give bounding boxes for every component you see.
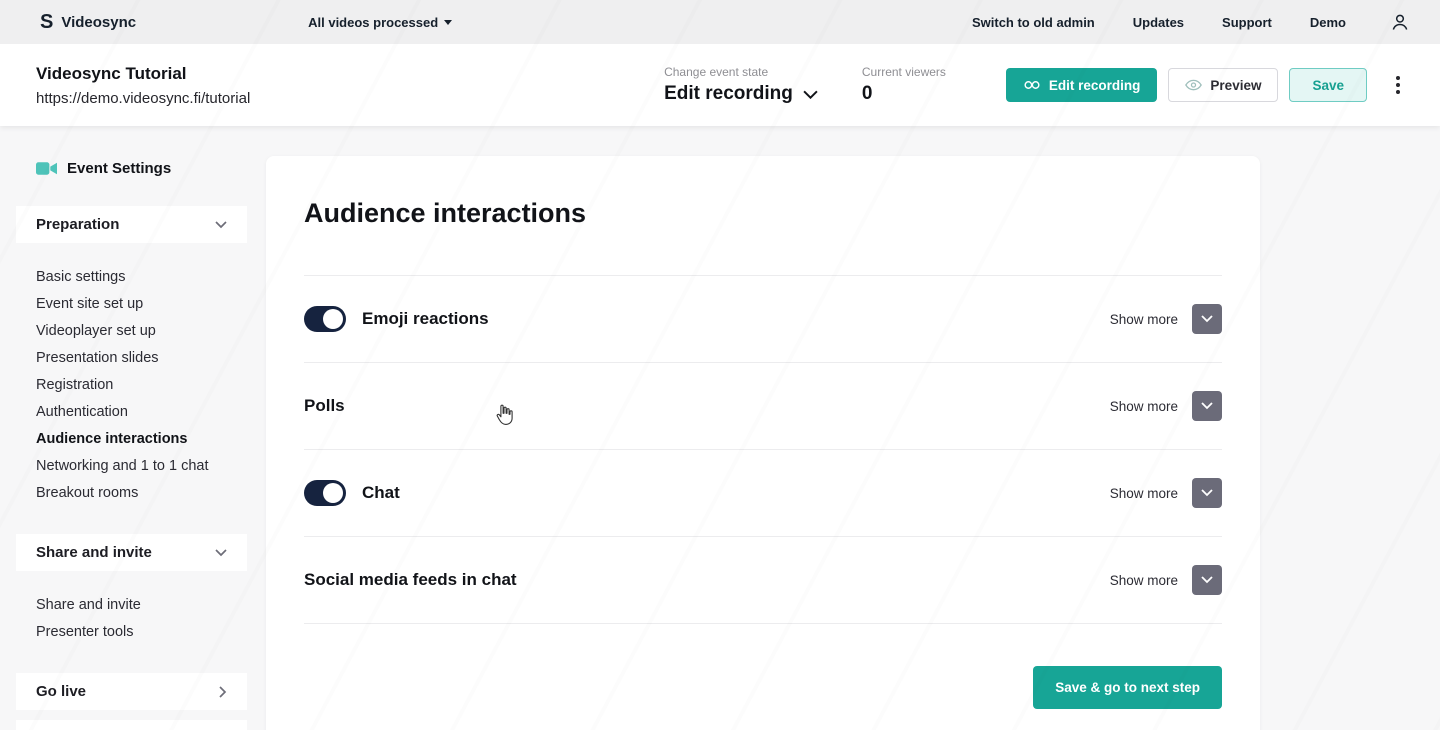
link-demo[interactable]: Demo — [1310, 15, 1346, 30]
share-invite-items: Share and invite Presenter tools — [16, 571, 247, 649]
save-and-next-step-button[interactable]: Save & go to next step — [1033, 666, 1222, 709]
link-support[interactable]: Support — [1222, 15, 1272, 30]
show-more-label[interactable]: Show more — [1110, 573, 1178, 588]
event-header: Videosync Tutorial https://demo.videosyn… — [0, 44, 1440, 126]
link-switch-to-old-admin[interactable]: Switch to old admin — [972, 15, 1095, 30]
expand-row-button[interactable] — [1192, 391, 1222, 421]
sidebar-item-basic-settings[interactable]: Basic settings — [36, 263, 247, 290]
sidebar-item-event-site-set-up[interactable]: Event site set up — [36, 290, 247, 317]
chevron-down-icon — [1201, 489, 1213, 497]
preview-label: Preview — [1210, 78, 1261, 93]
edit-recording-button[interactable]: Edit recording — [1006, 68, 1158, 102]
sidebar-section-edit[interactable]: Edit — [16, 720, 247, 730]
expand-row-button[interactable] — [1192, 304, 1222, 334]
emoji-reactions-toggle[interactable] — [304, 306, 346, 332]
section-label: Preparation — [36, 216, 119, 233]
chevron-down-icon — [1201, 402, 1213, 410]
page-title: Audience interactions — [304, 198, 1222, 229]
chevron-down-icon — [1201, 576, 1213, 584]
video-camera-icon — [36, 161, 57, 176]
preparation-items: Basic settings Event site set up Videopl… — [16, 243, 247, 510]
show-more-label[interactable]: Show more — [1110, 399, 1178, 414]
record-icon — [1023, 80, 1041, 90]
feature-label: Polls — [304, 396, 345, 416]
sidebar-section-go-live[interactable]: Go live — [16, 673, 247, 710]
link-updates[interactable]: Updates — [1133, 15, 1184, 30]
event-state-select[interactable]: Edit recording — [664, 83, 818, 105]
current-viewers-count: 0 — [862, 83, 946, 105]
chevron-right-icon — [219, 686, 227, 698]
edit-recording-label: Edit recording — [1049, 78, 1141, 93]
brand-name: Videosync — [61, 14, 136, 31]
brand-logo[interactable]: S Videosync — [40, 12, 136, 32]
settings-sidebar: Event Settings Preparation Basic setting… — [16, 156, 247, 730]
sidebar-item-videoplayer-set-up[interactable]: Videoplayer set up — [36, 317, 247, 344]
chevron-down-icon — [1201, 315, 1213, 323]
sidebar-section-share-and-invite[interactable]: Share and invite — [16, 534, 247, 571]
sidebar-item-breakout-rooms[interactable]: Breakout rooms — [36, 479, 247, 506]
topbar-links: Switch to old admin Updates Support Demo — [972, 12, 1410, 32]
header-buttons: Edit recording Preview Save — [1006, 68, 1404, 102]
current-viewers-block: Current viewers 0 — [862, 65, 946, 105]
feature-label: Social media feeds in chat — [304, 570, 517, 590]
more-options-kebab-icon[interactable] — [1392, 72, 1404, 98]
feature-row-polls: Polls Show more — [304, 363, 1222, 450]
sidebar-item-registration[interactable]: Registration — [36, 371, 247, 398]
feature-label: Chat — [362, 483, 400, 503]
sidebar-item-share-and-invite[interactable]: Share and invite — [36, 591, 247, 618]
top-bar: S Videosync All videos processed Switch … — [0, 0, 1440, 44]
section-label: Go live — [36, 683, 86, 700]
event-state-label: Change event state — [664, 65, 818, 79]
event-title: Videosync Tutorial — [36, 64, 250, 84]
caret-down-icon — [444, 20, 452, 25]
expand-row-button[interactable] — [1192, 565, 1222, 595]
show-more-label[interactable]: Show more — [1110, 486, 1178, 501]
sidebar-item-presenter-tools[interactable]: Presenter tools — [36, 618, 247, 645]
preview-button[interactable]: Preview — [1168, 68, 1278, 102]
event-url[interactable]: https://demo.videosync.fi/tutorial — [36, 90, 250, 107]
show-more-label[interactable]: Show more — [1110, 312, 1178, 327]
eye-icon — [1185, 79, 1202, 91]
sidebar-section-preparation[interactable]: Preparation — [16, 206, 247, 243]
sidebar-title: Event Settings — [16, 156, 247, 180]
current-viewers-label: Current viewers — [862, 65, 946, 79]
expand-row-button[interactable] — [1192, 478, 1222, 508]
event-state-block: Change event state Edit recording — [664, 65, 818, 105]
event-state-value: Edit recording — [664, 83, 793, 105]
sidebar-item-presentation-slides[interactable]: Presentation slides — [36, 344, 247, 371]
audience-interactions-panel: Audience interactions Emoji reactions Sh… — [266, 156, 1260, 730]
sidebar-title-label: Event Settings — [67, 160, 171, 177]
sidebar-item-audience-interactions[interactable]: Audience interactions — [36, 425, 247, 452]
sidebar-item-networking-1to1-chat[interactable]: Networking and 1 to 1 chat — [36, 452, 247, 479]
section-label: Share and invite — [36, 544, 152, 561]
feature-row-emoji-reactions: Emoji reactions Show more — [304, 276, 1222, 363]
chevron-down-icon — [215, 549, 227, 557]
sidebar-item-authentication[interactable]: Authentication — [36, 398, 247, 425]
feature-label: Emoji reactions — [362, 309, 489, 329]
save-label: Save — [1312, 78, 1344, 93]
feature-row-social-media-feeds: Social media feeds in chat Show more — [304, 537, 1222, 624]
save-button[interactable]: Save — [1289, 68, 1367, 102]
videos-status-dropdown[interactable]: All videos processed — [308, 15, 452, 30]
event-info: Videosync Tutorial https://demo.videosyn… — [36, 64, 250, 107]
card-footer: Save & go to next step — [304, 666, 1222, 709]
videosync-logo-icon: S — [40, 12, 53, 32]
chat-toggle[interactable] — [304, 480, 346, 506]
videos-status-label: All videos processed — [308, 15, 438, 30]
feature-row-chat: Chat Show more — [304, 450, 1222, 537]
chevron-down-icon — [803, 90, 818, 99]
chevron-down-icon — [215, 221, 227, 229]
user-account-icon[interactable] — [1390, 12, 1410, 32]
